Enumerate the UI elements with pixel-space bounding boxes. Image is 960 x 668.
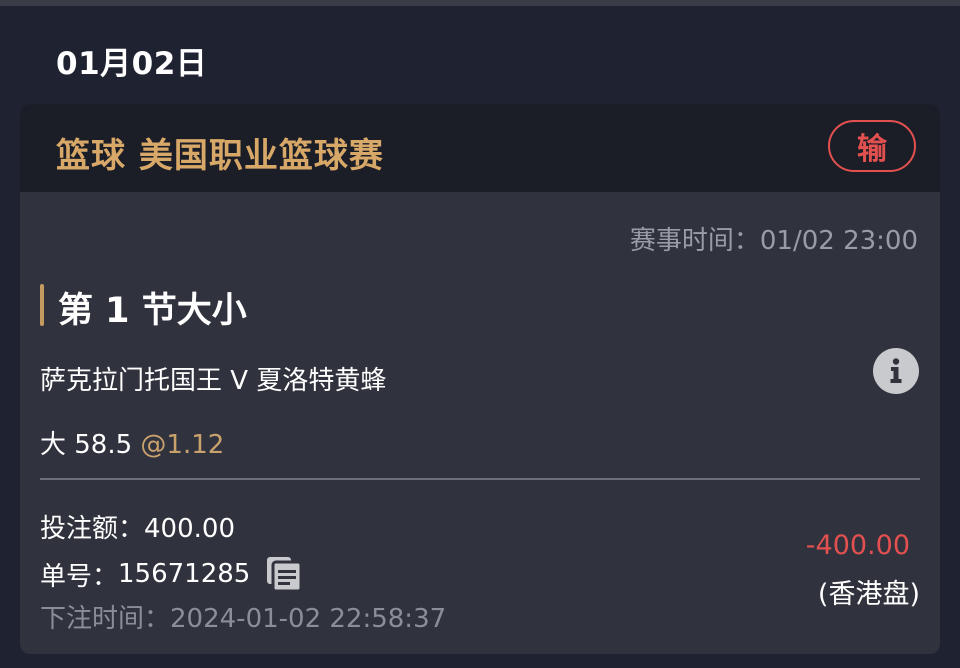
card-header: 篮球 美国职业篮球赛 输 — [20, 104, 940, 192]
copy-icon[interactable] — [264, 554, 304, 594]
order-label: 单号： — [40, 561, 119, 592]
selection: 大 58.5 @1.12 — [40, 424, 224, 461]
market-accent-bar — [40, 284, 44, 326]
order-number: 15671285 — [118, 559, 251, 589]
match-time-value: 01/02 23:00 — [759, 226, 918, 256]
result-badge: 输 — [828, 120, 916, 172]
top-divider — [0, 0, 960, 6]
bet-time-label: 下注时间： — [40, 604, 171, 634]
info-glyph — [890, 358, 902, 383]
order-number-row: 单号： 15671285 — [40, 554, 304, 594]
match-time-label: 赛事时间： — [629, 226, 760, 256]
market-title: 第 1 节大小 — [58, 291, 247, 331]
stake-label: 投注额： — [40, 514, 145, 544]
odds-type: (香港盘) — [817, 579, 920, 610]
bet-time: 下注时间：2024-01-02 22:58:37 — [40, 598, 446, 635]
payout-amount: -400.00 — [805, 530, 910, 561]
bet-record-card[interactable]: 篮球 美国职业篮球赛 输 赛事时间：01/02 23:00 第 1 节大小 萨克… — [20, 104, 940, 654]
teams: 萨克拉门托国王 V 夏洛特黄蜂 — [40, 366, 387, 396]
date-heading: 01月02日 — [56, 46, 208, 82]
stake-amount: 投注额：400.00 — [40, 508, 235, 545]
stake-value: 400.00 — [144, 514, 235, 544]
bet-time-value: 2024-01-02 22:58:37 — [170, 604, 447, 634]
match-time: 赛事时间：01/02 23:00 — [630, 220, 918, 257]
selection-odds: @1.12 — [140, 430, 225, 460]
divider — [40, 478, 920, 480]
info-icon[interactable] — [873, 348, 919, 394]
league-title: 篮球 美国职业篮球赛 — [56, 136, 384, 176]
selection-pick: 大 58.5 — [40, 430, 133, 460]
